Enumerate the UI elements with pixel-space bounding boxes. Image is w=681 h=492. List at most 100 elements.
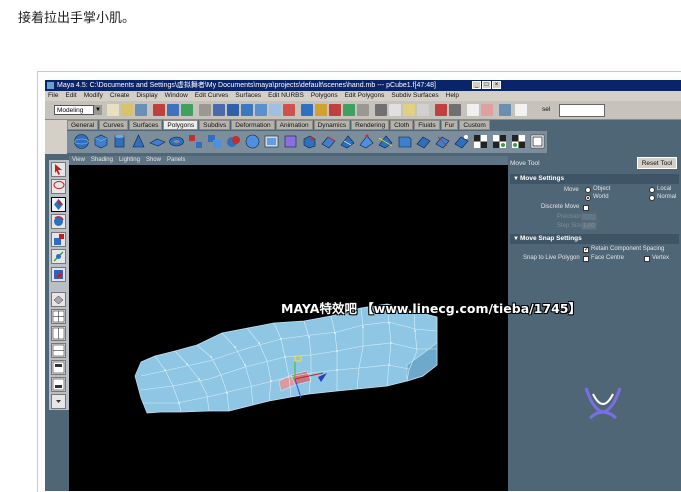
layout-persp-graph-icon[interactable] (51, 343, 66, 358)
render-icon[interactable] (389, 104, 401, 116)
shelf-tab-deformation[interactable]: Deformation (231, 120, 275, 130)
snap-grid-icon[interactable] (301, 104, 313, 116)
shelf-tab-general[interactable]: General (67, 120, 99, 130)
panel-menu-show[interactable]: Show (146, 156, 161, 165)
shelf-tab-custom[interactable]: Custom (459, 120, 490, 130)
menu-subdiv-surfaces[interactable]: Subdiv Surfaces (391, 91, 438, 101)
menu-surfaces[interactable]: Surfaces (235, 91, 261, 101)
shelf-tab-animation[interactable]: Animation (275, 120, 313, 130)
split-polygon-icon[interactable] (339, 133, 356, 150)
panel-menu-view[interactable]: View (72, 156, 85, 165)
menu-edit-polygons[interactable]: Edit Polygons (345, 91, 385, 101)
reset-tool-button[interactable]: Reset Tool (637, 157, 677, 169)
menu-edit-nurbs[interactable]: Edit NURBS (268, 91, 304, 101)
poly-separate-icon[interactable] (187, 133, 204, 150)
show-tool-settings-icon[interactable] (499, 104, 511, 116)
face-centre-checkbox[interactable] (583, 256, 589, 262)
scale-tool-icon[interactable] (51, 232, 66, 247)
poly-sphere-icon[interactable] (73, 133, 90, 150)
panel-menu-lighting[interactable]: Lighting (119, 156, 140, 165)
vertex-checkbox[interactable] (644, 256, 650, 262)
mask-dynamics-icon[interactable] (269, 104, 281, 116)
shelf-tab-cloth[interactable]: Cloth (390, 120, 414, 130)
radio-object[interactable] (585, 187, 591, 193)
shelf-tab-surfaces[interactable]: Surfaces (128, 120, 163, 130)
history-icon[interactable] (375, 104, 387, 116)
ipr-render-icon[interactable] (403, 104, 415, 116)
shelf-tab-rendering[interactable]: Rendering (351, 120, 390, 130)
poly-cube-icon[interactable] (92, 133, 109, 150)
mask-surfaces-icon[interactable] (241, 104, 253, 116)
precision-field[interactable] (581, 213, 597, 221)
poly-boolean-icon[interactable] (225, 133, 242, 150)
render-globals-icon[interactable] (417, 104, 429, 116)
poly-torus-icon[interactable] (168, 133, 185, 150)
collapse-icon[interactable] (415, 133, 432, 150)
make-live-icon[interactable] (357, 104, 369, 116)
select-object-icon[interactable] (167, 104, 179, 116)
bevel-icon[interactable] (396, 133, 413, 150)
poly-cube-select-icon[interactable] (282, 133, 299, 150)
menu-window[interactable]: Window (165, 91, 188, 101)
rotate-tool-icon[interactable] (51, 214, 66, 229)
poly-cone-icon[interactable] (130, 133, 147, 150)
move-snap-settings-header[interactable]: ▼ Move Snap Settings (510, 234, 679, 244)
mode-selector[interactable]: Modeling (54, 105, 94, 115)
radio-local[interactable] (649, 187, 655, 193)
poly-cylinder-icon[interactable] (111, 133, 128, 150)
menu-polygons[interactable]: Polygons (311, 91, 338, 101)
chevron-down-icon[interactable]: ▼ (94, 105, 102, 115)
hand-mesh-model[interactable] (69, 165, 508, 491)
uv-checker-icon[interactable] (472, 133, 489, 150)
mask-rendering-icon[interactable] (283, 104, 295, 116)
discrete-move-checkbox[interactable] (583, 205, 589, 211)
layout-outliner-icon[interactable] (51, 377, 66, 392)
save-scene-icon[interactable] (135, 104, 147, 116)
move-settings-header[interactable]: ▼ Move Settings (510, 174, 679, 184)
poly-smooth-icon[interactable] (244, 133, 261, 150)
mask-joints-icon[interactable] (213, 104, 225, 116)
uv-cylindrical-icon[interactable] (510, 133, 527, 150)
mask-curves-icon[interactable] (227, 104, 239, 116)
maximize-button[interactable]: □ (482, 81, 491, 89)
select-by-name-icon[interactable] (449, 104, 461, 116)
show-channel-box-icon[interactable] (467, 104, 479, 116)
merge-vertices-icon[interactable] (358, 133, 375, 150)
snap-view-plane-icon[interactable] (343, 104, 355, 116)
move-tool-icon[interactable] (51, 197, 66, 212)
perspective-viewport[interactable] (69, 165, 508, 491)
menu-edit[interactable]: Edit (65, 91, 76, 101)
close-button[interactable]: × (492, 81, 501, 89)
selection-input[interactable] (559, 104, 605, 117)
snap-point-icon[interactable] (329, 104, 341, 116)
snap-curve-icon[interactable] (315, 104, 327, 116)
radio-world[interactable] (585, 195, 591, 201)
delete-edge-icon[interactable] (434, 133, 451, 150)
shelf-tab-dynamics[interactable]: Dynamics (313, 120, 351, 130)
minimize-button[interactable]: _ (472, 81, 481, 89)
shelf-tab-polygons[interactable]: Polygons (163, 120, 199, 130)
mask-deformations-icon[interactable] (255, 104, 267, 116)
last-tool-icon[interactable] (51, 267, 66, 282)
uv-planar-icon[interactable] (491, 133, 508, 150)
panel-menu-shading[interactable]: Shading (91, 156, 113, 165)
shelf-tab-fur[interactable]: Fur (440, 120, 459, 130)
poly-mirror-icon[interactable] (263, 133, 280, 150)
mask-handles-icon[interactable] (199, 104, 211, 116)
extrude-edge-icon[interactable] (320, 133, 337, 150)
select-component-icon[interactable] (181, 104, 193, 116)
panel-menu-panels[interactable]: Panels (167, 156, 185, 165)
radio-normal[interactable] (649, 195, 655, 201)
shelf-tab-fluids[interactable]: Fluids (414, 120, 440, 130)
poly-combine-icon[interactable] (206, 133, 223, 150)
shelf-tab-subdivs[interactable]: Subdivs (199, 120, 231, 130)
lasso-tool-icon[interactable] (51, 179, 66, 194)
layout-more-icon[interactable] (51, 394, 66, 409)
menu-help[interactable]: Help (446, 91, 459, 101)
shelf-tab-curves[interactable]: Curves (99, 120, 128, 130)
manipulator-tool-icon[interactable] (51, 249, 66, 264)
menu-file[interactable]: File (48, 91, 58, 101)
menu-edit-curves[interactable]: Edit Curves (195, 91, 229, 101)
retain-spacing-checkbox[interactable]: ✓ (583, 247, 589, 253)
show-attribute-editor-icon[interactable] (481, 104, 493, 116)
